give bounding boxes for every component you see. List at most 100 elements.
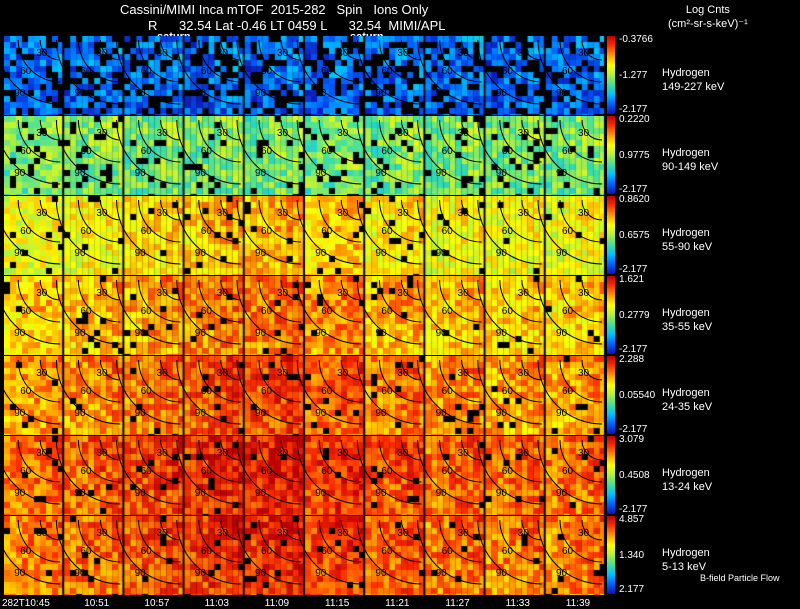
energy-range: 5-13 keV [662, 561, 707, 573]
contour-overlay: 30 60 90 30 60 90 30 60 90 30 60 90 30 60 90 30 60 90 30 60… [0, 279, 603, 345]
contour-label: 30 [36, 448, 48, 459]
contour-label: 30 [157, 368, 169, 379]
contour-label: 60 [141, 546, 153, 557]
contour-label: 60 [141, 466, 153, 477]
contour-label: 30 [277, 448, 289, 459]
contour-label: 90 [135, 328, 147, 339]
contour-label: 60 [80, 146, 92, 157]
contour-label: 30 [397, 368, 409, 379]
colorbar-mid-label: 0.4508 [619, 470, 650, 481]
contour-label: 90 [74, 88, 86, 99]
contour-label: 30 [337, 208, 349, 219]
contour-label: 90 [375, 248, 387, 259]
contour-label: 60 [381, 226, 393, 237]
contour-label: 30 [578, 528, 590, 539]
contour-label: 30 [518, 48, 530, 59]
contour-label: 60 [442, 546, 454, 557]
species-label: Hydrogen 149-227 keV [662, 66, 724, 94]
contour-label: 90 [255, 88, 267, 99]
species-label: Hydrogen 90-149 keV [662, 146, 718, 174]
contour-label: 60 [201, 546, 213, 557]
contour-label: 90 [135, 408, 147, 419]
contour-label: 30 [397, 288, 409, 299]
species-label: Hydrogen 5-13 keV [662, 546, 710, 574]
contour-label: 90 [135, 88, 147, 99]
heatmap-panel: 30 60 90 30 60 90 30 60 90 30 60 90 30 60 90 30 60 90 30 60… [0, 116, 606, 195]
energy-range: 90-149 keV [662, 161, 719, 173]
contour-label: 90 [195, 168, 207, 179]
contour-label: 30 [36, 368, 48, 379]
chart-subtitle: R 32.54 Lat -0.46 LT 0459 L 32.54 MIMI/A… [148, 18, 446, 33]
time-tick-label: 10:57 [144, 598, 170, 609]
colorbar-max-label: 3.079 [619, 434, 645, 445]
contour-label: 60 [562, 306, 574, 317]
contour-label: 90 [556, 568, 568, 579]
contour-label: 30 [578, 368, 590, 379]
contour-label: 60 [442, 146, 454, 157]
colorbar-max-label: 0.2220 [619, 114, 650, 125]
contour-label: 60 [502, 466, 514, 477]
contour-label: 90 [14, 408, 26, 419]
contour-label: 30 [96, 128, 108, 139]
contour-label: 90 [14, 328, 26, 339]
contour-label: 30 [217, 448, 229, 459]
contour-label: 60 [321, 66, 333, 77]
colorbar-mid-label: 0.6575 [619, 230, 650, 241]
contour-label: 30 [217, 368, 229, 379]
contour-label: 90 [436, 568, 448, 579]
contour-label: 90 [496, 328, 508, 339]
contour-label: 90 [556, 328, 568, 339]
contour-label: 30 [578, 128, 590, 139]
contour-label: 30 [96, 528, 108, 539]
contour-label: 90 [436, 248, 448, 259]
contour-label: 30 [518, 208, 530, 219]
contour-label: 90 [14, 168, 26, 179]
contour-label: 30 [36, 528, 48, 539]
contour-label: 30 [518, 448, 530, 459]
species-name: Hydrogen [662, 227, 710, 239]
contour-label: 30 [578, 448, 590, 459]
contour-label: 90 [375, 568, 387, 579]
contour-label: 90 [135, 248, 147, 259]
contour-label: 30 [518, 528, 530, 539]
energy-range: 13-24 keV [662, 481, 713, 493]
contour-overlay: 30 60 90 30 60 90 30 60 90 30 60 90 30 60 90 30 60 90 30 60… [0, 119, 603, 185]
contour-label: 90 [375, 168, 387, 179]
contour-label: 60 [80, 386, 92, 397]
contour-label: 90 [556, 248, 568, 259]
contour-label: 30 [518, 288, 530, 299]
contour-label: 60 [562, 66, 574, 77]
species-name: Hydrogen [662, 467, 710, 479]
contour-label: 30 [277, 528, 289, 539]
contour-label: 60 [261, 466, 273, 477]
contour-label: 30 [277, 288, 289, 299]
contour-label: 90 [556, 88, 568, 99]
contour-label: 90 [436, 488, 448, 499]
time-tick-label: 11:21 [385, 598, 410, 609]
contour-overlay: 30 60 90 30 60 90 30 60 90 30 60 90 30 60 90 30 60 90 30 60… [0, 199, 603, 265]
contour-label: 60 [321, 386, 333, 397]
contour-label: 60 [141, 226, 153, 237]
contour-label: 30 [337, 128, 349, 139]
contour-label: 90 [255, 168, 267, 179]
colorbar-max-label: 0.8620 [619, 194, 650, 205]
contour-label: 30 [217, 128, 229, 139]
time-tick-label: 11:27 [445, 598, 470, 609]
contour-label: 90 [436, 408, 448, 419]
contour-label: 30 [96, 368, 108, 379]
contour-label: 60 [141, 386, 153, 397]
contour-label: 30 [277, 208, 289, 219]
contour-label: 60 [381, 386, 393, 397]
contour-label: 60 [321, 226, 333, 237]
contour-label: 90 [195, 328, 207, 339]
contour-label: 60 [502, 386, 514, 397]
colorbar-mid-label: 0.2779 [619, 310, 650, 321]
contour-label: 60 [381, 66, 393, 77]
contour-label: 90 [556, 168, 568, 179]
contour-label: 60 [201, 386, 213, 397]
contour-label: 60 [201, 146, 213, 157]
colorbar-title: Log Cnts [685, 4, 730, 16]
contour-label: 60 [381, 146, 393, 157]
contour-label: 60 [141, 66, 153, 77]
contour-label: 60 [20, 226, 32, 237]
